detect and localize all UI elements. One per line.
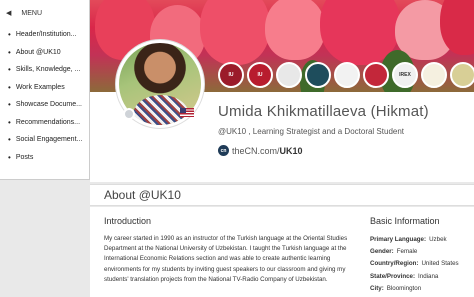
sidebar-item-label: Header/Institution... [15, 31, 77, 39]
profile-url-link[interactable]: cn theCN.com/UK10 [218, 145, 303, 156]
bullet-icon: • [8, 65, 11, 75]
about-heading: About @UK10 [104, 188, 181, 202]
organization-badge-5[interactable] [450, 62, 474, 88]
bullet-icon: • [8, 135, 11, 145]
sidebar-item-label: About @UK10 [15, 48, 61, 56]
sidebar-item-about[interactable]: • About @UK10 [0, 44, 89, 62]
bullet-icon: • [8, 47, 11, 57]
bullet-icon: • [8, 117, 11, 127]
bullet-icon: • [8, 82, 11, 92]
basic-info-list: Primary Language: Uzbek Gender: Female Cou… [370, 234, 459, 295]
organization-badge-4[interactable] [363, 62, 389, 88]
basic-info-row: Primary Language: Uzbek [370, 236, 447, 243]
sidebar-item-skills[interactable]: • Skills, Knowledge, ... [0, 61, 89, 79]
organization-badge-1[interactable] [276, 62, 302, 88]
indiana-university-badge[interactable]: IU [218, 62, 244, 88]
introduction-title: Introduction [104, 216, 152, 226]
basic-info-row: Gender: Female [370, 248, 418, 256]
organization-badge-3[interactable] [334, 62, 360, 88]
sidebar-item-social[interactable]: • Social Engagement... [0, 131, 89, 149]
bullet-icon: • [8, 100, 11, 110]
introduction-text: My career started in 1990 as an instruct… [104, 235, 348, 283]
bullet-icon: • [8, 152, 11, 162]
basic-info-row: State/Province: Indiana [370, 272, 439, 280]
sidebar-item-label: Posts [15, 153, 34, 161]
basic-info-row: Country/Region: United States [370, 260, 459, 268]
profile-subtitle: @UK10 , Learning Strategist and a Doctor… [218, 127, 405, 136]
profile-name: Umida Khikmatillaeva (Hikmat) [218, 103, 429, 120]
sidebar-item-label: Social Engagement... [15, 136, 83, 144]
sidebar-item-label: Skills, Knowledge, ... [15, 66, 81, 74]
profile-url-handle: UK10 [279, 145, 303, 156]
organization-badge-2[interactable] [305, 62, 331, 88]
profile-url-prefix: theCN.com/ [232, 145, 280, 156]
sidebar-item-label: Recommendations... [15, 118, 81, 126]
sidebar-menu: ◀ MENU • Header/Institution... • About @UK… [0, 0, 90, 180]
basic-info-title: Basic Information [370, 216, 440, 226]
menu-title: MENU [21, 9, 43, 17]
irex-badge[interactable]: IREX [392, 62, 418, 88]
thecn-logo-icon: cn [218, 145, 229, 156]
indiana-university-badge-2[interactable]: IU [247, 62, 273, 88]
sidebar-item-recommendations[interactable]: • Recommendations... [0, 114, 89, 132]
about-content: Introduction My career started in 1990 a… [90, 207, 474, 297]
sidebar-item-showcase[interactable]: • Showcase Docume... [0, 96, 89, 114]
online-status-icon [123, 108, 135, 120]
about-section-header: About @UK10 [90, 184, 474, 206]
sidebar-item-label: Showcase Docume... [15, 101, 82, 109]
american-councils-badge[interactable] [421, 62, 447, 88]
sidebar-item-work-examples[interactable]: • Work Examples [0, 79, 89, 97]
menu-toggle[interactable]: ◀ MENU [0, 0, 89, 26]
us-flag-icon [180, 108, 194, 117]
basic-info-row: City: Bloomington [370, 284, 422, 292]
sidebar-item-label: Work Examples [15, 83, 65, 91]
sidebar-item-posts[interactable]: • Posts [0, 149, 89, 167]
bullet-icon: • [8, 30, 11, 40]
sidebar-item-header[interactable]: • Header/Institution... [0, 26, 89, 44]
affiliation-badges: IU IU IREX [218, 62, 474, 88]
caret-left-icon: ◀ [6, 10, 12, 17]
